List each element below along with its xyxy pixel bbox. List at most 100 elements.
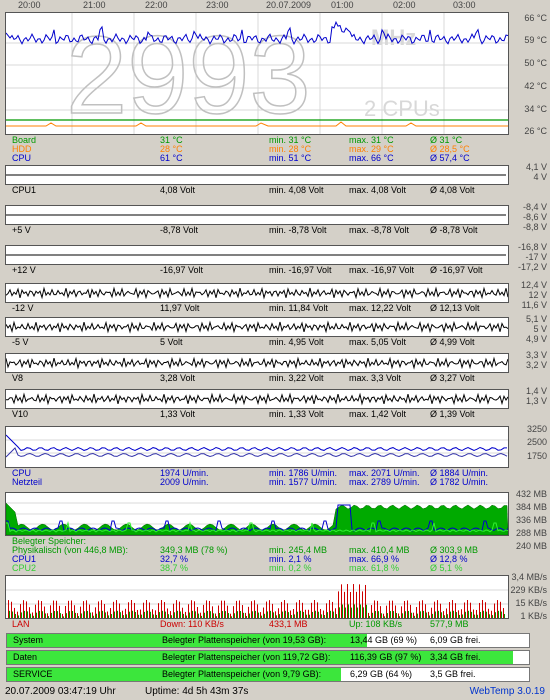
time-tick: 03:00	[453, 0, 476, 10]
sensor-max: max. 1,42 Volt	[349, 409, 407, 419]
lan-down-bar	[317, 602, 318, 618]
lan-down-bar	[20, 604, 21, 618]
lan-down-bar	[428, 611, 429, 618]
lan-up-bar	[27, 611, 28, 618]
lan-down-bar	[122, 610, 123, 618]
lan-down-bar	[377, 600, 378, 618]
lan-up-bar	[18, 615, 19, 618]
voltage-tick: 4 V	[533, 172, 547, 182]
lan-down-bar	[227, 605, 228, 618]
disk-used: 116,39 GB (97 %)	[350, 652, 422, 662]
lan-down-bar	[392, 600, 393, 618]
lan-up-bar	[168, 614, 169, 618]
lan-up-bar	[414, 615, 415, 618]
lan-down-bar	[95, 607, 96, 618]
lan-up-bar	[51, 612, 52, 618]
sensor-max: max. 61,8 %	[349, 563, 400, 573]
lan-up-bar	[42, 611, 43, 618]
lan-tick: 229 KB/s	[510, 585, 547, 595]
lan-up-bar	[135, 611, 136, 618]
sensor-value: -16,97 Volt	[160, 265, 204, 275]
lan-down-bar	[371, 605, 372, 618]
lan-up-bar	[450, 611, 451, 618]
lan-down-bar	[284, 600, 285, 618]
lan-down-bar	[281, 601, 282, 618]
lan-down-bar	[398, 613, 399, 618]
lan-up-bar	[372, 612, 373, 618]
lan-up-bar	[21, 612, 22, 618]
lan-down-bar	[176, 600, 177, 618]
lan-down-bar	[485, 602, 486, 618]
lan-down-bar	[338, 591, 339, 618]
lan-up-bar	[99, 611, 100, 618]
sensor-name: CPU1	[12, 185, 37, 195]
lan-up-bar	[264, 613, 265, 618]
lan-up-bar	[123, 615, 124, 618]
lan-up-bar	[273, 612, 274, 618]
lan-up-bar	[483, 610, 484, 618]
fan-tick: 3250	[526, 424, 547, 434]
sensor-max: max. 5,05 Volt	[349, 337, 407, 347]
lan-down-bar	[215, 613, 216, 618]
lan-up-bar	[243, 612, 244, 618]
lan-down-bar	[137, 609, 138, 618]
lan-down-bar	[47, 613, 48, 618]
mem-tick: 288 MB	[515, 528, 547, 538]
lan-up-bar	[45, 613, 46, 618]
lan-up-bar	[108, 615, 109, 618]
lan-traffic-bars	[8, 584, 505, 618]
lan-down-bar	[362, 591, 363, 618]
lan-up-bar	[459, 614, 460, 618]
lan-up-total: 577,9 MB	[430, 619, 469, 629]
lan-down-bar	[236, 600, 237, 618]
lan-up-bar	[384, 616, 385, 618]
lan-up-bar	[96, 613, 97, 618]
lan-down-bar	[155, 610, 156, 618]
sensor-name: -5 V	[12, 337, 29, 347]
temperature-graph: 2993 MHz 2 CPUs	[5, 12, 509, 135]
lan-up-bar	[216, 616, 217, 618]
disk-free: 3,5 GB frei.	[430, 669, 476, 679]
sensor-max: max. -8,78 Volt	[349, 225, 410, 235]
lan-up: Up: 108 KB/s	[349, 619, 403, 629]
sensor-value: 1,33 Volt	[160, 409, 196, 419]
lan-up-bar	[39, 610, 40, 618]
voltage-tick: -16,8 V	[517, 242, 547, 252]
lan-down-bar	[44, 606, 45, 618]
lan-down-bar	[194, 601, 195, 618]
lan-up-bar	[120, 612, 121, 618]
lan-down-bar	[455, 603, 456, 618]
lan-up-bar	[282, 611, 283, 618]
sensor-value: -8,78 Volt	[160, 225, 199, 235]
lan-up-bar	[78, 616, 79, 618]
lan-up-bar	[321, 614, 322, 618]
lan-down-bar	[269, 600, 270, 618]
lan-down-bar	[71, 600, 72, 618]
lan-down-bar	[182, 607, 183, 618]
sensor-name: +12 V	[12, 265, 36, 275]
lan-down-bar	[26, 601, 27, 618]
lan-down-bar	[353, 584, 354, 618]
lan-down-bar	[293, 608, 294, 618]
lan-down-bar	[143, 602, 144, 618]
sensor-name: V10	[12, 409, 29, 419]
lan-up-bar	[255, 610, 256, 618]
time-tick: 23:00	[206, 0, 229, 10]
lan-up-bar	[69, 611, 70, 618]
lan-up-bar	[429, 615, 430, 618]
fan-cpu-line	[6, 434, 507, 452]
sensor-min: min. 0,2 %	[269, 563, 312, 573]
lan-up-bar	[486, 611, 487, 618]
temp-tick: 34 °C	[524, 104, 547, 114]
sensor-min: min. 51 °C	[269, 153, 312, 163]
lan-down-bar	[209, 600, 210, 618]
lan-down-bar	[119, 603, 120, 618]
sensor-max: max. 12,22 Volt	[349, 303, 412, 313]
status-uptime: Uptime: 4d 5h 43m 37s	[145, 686, 249, 697]
lan-up-bar	[192, 610, 193, 618]
lan-down: Down: 110 KB/s	[160, 619, 224, 629]
lan-up-bar	[9, 610, 10, 618]
voltage-tick: 12 V	[528, 290, 547, 300]
disk-service: SERVICE Belegter Plattenspeicher (von 9,…	[6, 667, 530, 682]
lan-up-bar	[228, 613, 229, 618]
